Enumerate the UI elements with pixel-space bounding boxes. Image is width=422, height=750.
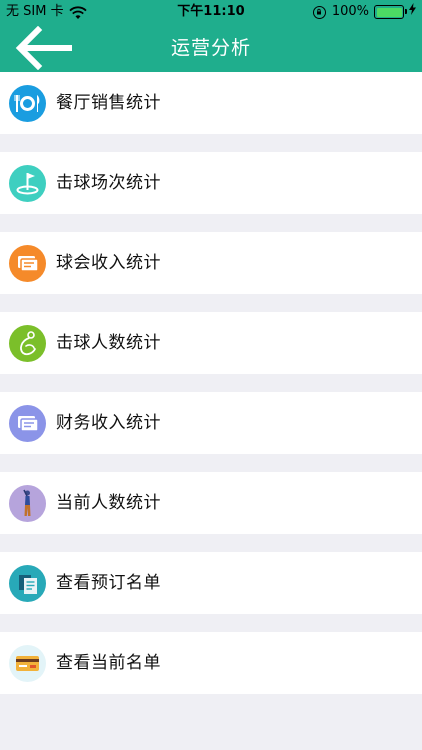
orientation-lock-icon	[312, 5, 326, 19]
card-icon	[9, 645, 46, 682]
menu-item-finance-income[interactable]: 财务收入统计	[0, 392, 422, 454]
battery-icon	[374, 5, 407, 19]
menu-item-label: 财务收入统计	[56, 413, 161, 433]
cash-icon	[9, 245, 46, 282]
status-right: 100%	[312, 0, 416, 24]
menu-item-current-players[interactable]: 当前人数统计	[0, 472, 422, 534]
menu-item-label: 查看当前名单	[56, 653, 161, 673]
charging-icon	[409, 0, 416, 24]
menu-item-current-list[interactable]: 查看当前名单	[0, 632, 422, 694]
status-bar: 无 SIM 卡 下午11:10 100%	[0, 0, 422, 24]
menu-item-label: 击球场次统计	[56, 173, 161, 193]
menu-item-club-income[interactable]: 球会收入统计	[0, 232, 422, 294]
menu-item-label: 当前人数统计	[56, 493, 161, 513]
battery-fill	[376, 7, 402, 17]
player-icon	[9, 485, 46, 522]
menu-item-label: 击球人数统计	[56, 333, 161, 353]
menu-item-restaurant-sales[interactable]: 餐厅销售统计	[0, 72, 422, 134]
menu-item-hitting-sessions[interactable]: 击球场次统计	[0, 152, 422, 214]
booking-list-icon	[9, 565, 46, 602]
menu-item-label: 查看预订名单	[56, 573, 161, 593]
page-title: 运营分析	[170, 37, 251, 59]
golf-flag-icon	[9, 165, 46, 202]
navigation-bar: 运营分析	[0, 24, 422, 72]
menu-item-booking-list[interactable]: 查看预订名单	[0, 552, 422, 614]
battery-percent: 100%	[331, 4, 369, 19]
menu-item-hitting-players[interactable]: 击球人数统计	[0, 312, 422, 374]
menu-item-label: 球会收入统计	[56, 253, 161, 273]
battery-cap	[405, 9, 407, 14]
menu-item-label: 餐厅销售统计	[56, 93, 161, 113]
golfer-swing-icon	[9, 325, 46, 362]
finance-icon	[9, 405, 46, 442]
restaurant-icon	[9, 85, 46, 122]
